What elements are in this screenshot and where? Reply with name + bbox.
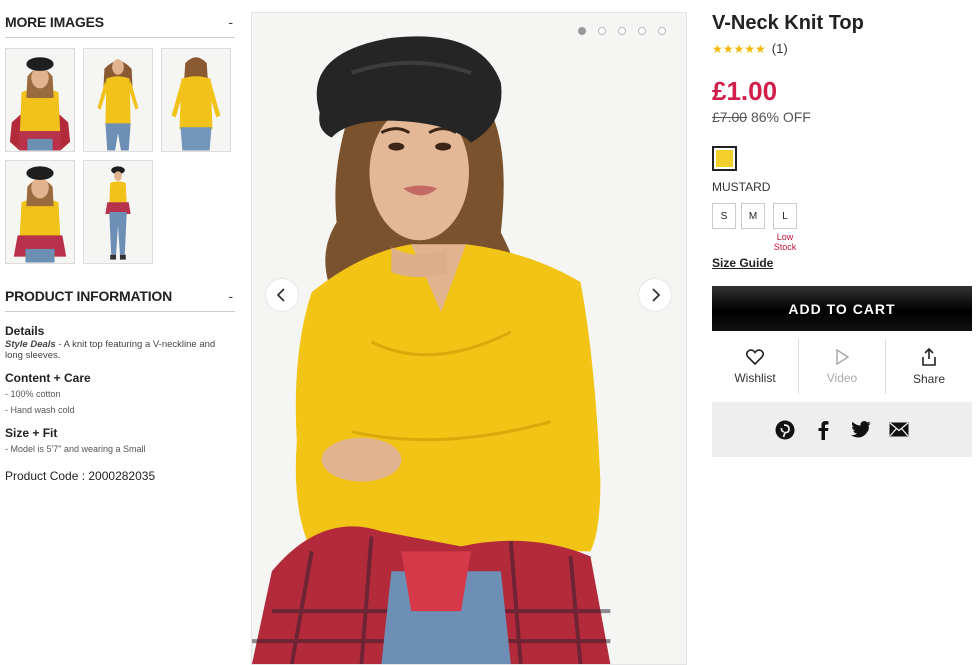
product-info-header[interactable]: PRODUCT INFORMATION - xyxy=(5,288,235,312)
share-label: Share xyxy=(912,371,946,386)
size-selector: S M L Low Stock xyxy=(712,203,972,252)
thumbnail-grid xyxy=(5,48,235,264)
content-line: - Hand wash cold xyxy=(5,405,75,415)
thumbnail-1[interactable] xyxy=(5,48,75,152)
original-price: £7.00 xyxy=(712,109,748,125)
review-count[interactable]: (1) xyxy=(772,41,788,56)
thumbnail-image xyxy=(6,161,74,263)
thumbnail-image xyxy=(84,161,152,263)
swatch-fill xyxy=(716,150,733,167)
twitter-icon[interactable] xyxy=(850,419,872,441)
thumbnail-5[interactable] xyxy=(83,160,153,264)
sale-price: £1.00 xyxy=(712,76,778,106)
size-fit-line: - Model is 5'7" and wearing a Small xyxy=(5,444,146,454)
left-panel: MORE IMAGES - PRODUCT INFORMATION - Deta… xyxy=(5,14,235,483)
carousel-dot[interactable] xyxy=(658,27,666,35)
details-text: Style Deals - A knit top featuring a V-n… xyxy=(5,339,235,361)
pinterest-icon[interactable] xyxy=(774,419,796,441)
size-option-s[interactable]: S xyxy=(712,203,736,229)
more-images-header[interactable]: MORE IMAGES - xyxy=(5,14,235,38)
collapse-toggle[interactable]: - xyxy=(228,288,235,304)
content-care-heading: Content + Care xyxy=(5,371,91,385)
details-heading: Details xyxy=(5,324,45,338)
next-image-button[interactable] xyxy=(639,279,671,311)
carousel-dots xyxy=(578,27,666,35)
video-button[interactable]: Video xyxy=(798,339,885,394)
heart-icon xyxy=(746,348,764,365)
chevron-left-icon xyxy=(276,288,285,302)
size-guide-link[interactable]: Size Guide xyxy=(712,256,773,270)
product-code: Product Code : 2000282035 xyxy=(5,469,156,483)
color-name: MUSTARD xyxy=(712,180,771,194)
thumbnail-image xyxy=(162,49,230,151)
product-info-body: Details Style Deals - A knit top featuri… xyxy=(5,324,235,483)
low-stock-label: Low Stock xyxy=(773,232,797,252)
size-fit-heading: Size + Fit xyxy=(5,426,58,440)
product-details-panel: V-Neck Knit Top ★★★★★ (1) £1.00 £7.00 86… xyxy=(712,12,972,457)
carousel-dot[interactable] xyxy=(618,27,626,35)
video-label: Video xyxy=(826,370,858,385)
wishlist-label: Wishlist xyxy=(734,370,776,385)
star-rating-icon: ★★★★★ xyxy=(712,41,766,56)
wishlist-button[interactable]: Wishlist xyxy=(712,339,798,394)
carousel-dot[interactable] xyxy=(578,27,586,35)
play-icon xyxy=(836,348,849,365)
color-swatch[interactable] xyxy=(712,146,737,171)
action-row: Wishlist Video Share xyxy=(712,339,972,394)
thumbnail-4[interactable] xyxy=(5,160,75,264)
size-option-l[interactable]: L xyxy=(773,203,797,229)
thumbnail-image xyxy=(6,49,74,151)
facebook-icon[interactable] xyxy=(812,419,834,441)
product-info-title: PRODUCT INFORMATION xyxy=(5,288,173,304)
social-share-bar xyxy=(712,402,972,457)
email-icon[interactable] xyxy=(888,419,910,441)
thumbnail-image xyxy=(84,49,152,151)
product-title: V-Neck Knit Top xyxy=(712,12,864,34)
chevron-right-icon xyxy=(652,288,661,302)
share-icon xyxy=(922,347,936,366)
size-option-m[interactable]: M xyxy=(741,203,765,229)
carousel-dot[interactable] xyxy=(638,27,646,35)
carousel-dot[interactable] xyxy=(598,27,606,35)
share-button[interactable]: Share xyxy=(885,339,972,394)
main-product-image[interactable] xyxy=(251,12,687,665)
more-images-title: MORE IMAGES xyxy=(5,14,104,30)
content-line: - 100% cotton xyxy=(5,389,61,399)
thumbnail-3[interactable] xyxy=(161,48,231,152)
add-to-cart-button[interactable]: ADD TO CART xyxy=(712,286,972,331)
price-comparison: £7.00 86% OFF xyxy=(712,109,972,125)
thumbnail-2[interactable] xyxy=(83,48,153,152)
details-brand: Style Deals xyxy=(5,339,56,350)
previous-image-button[interactable] xyxy=(266,279,298,311)
discount-label: 86% OFF xyxy=(750,109,811,125)
model-photo xyxy=(252,13,686,664)
rating-row[interactable]: ★★★★★ (1) xyxy=(712,41,972,56)
collapse-toggle[interactable]: - xyxy=(228,14,235,30)
